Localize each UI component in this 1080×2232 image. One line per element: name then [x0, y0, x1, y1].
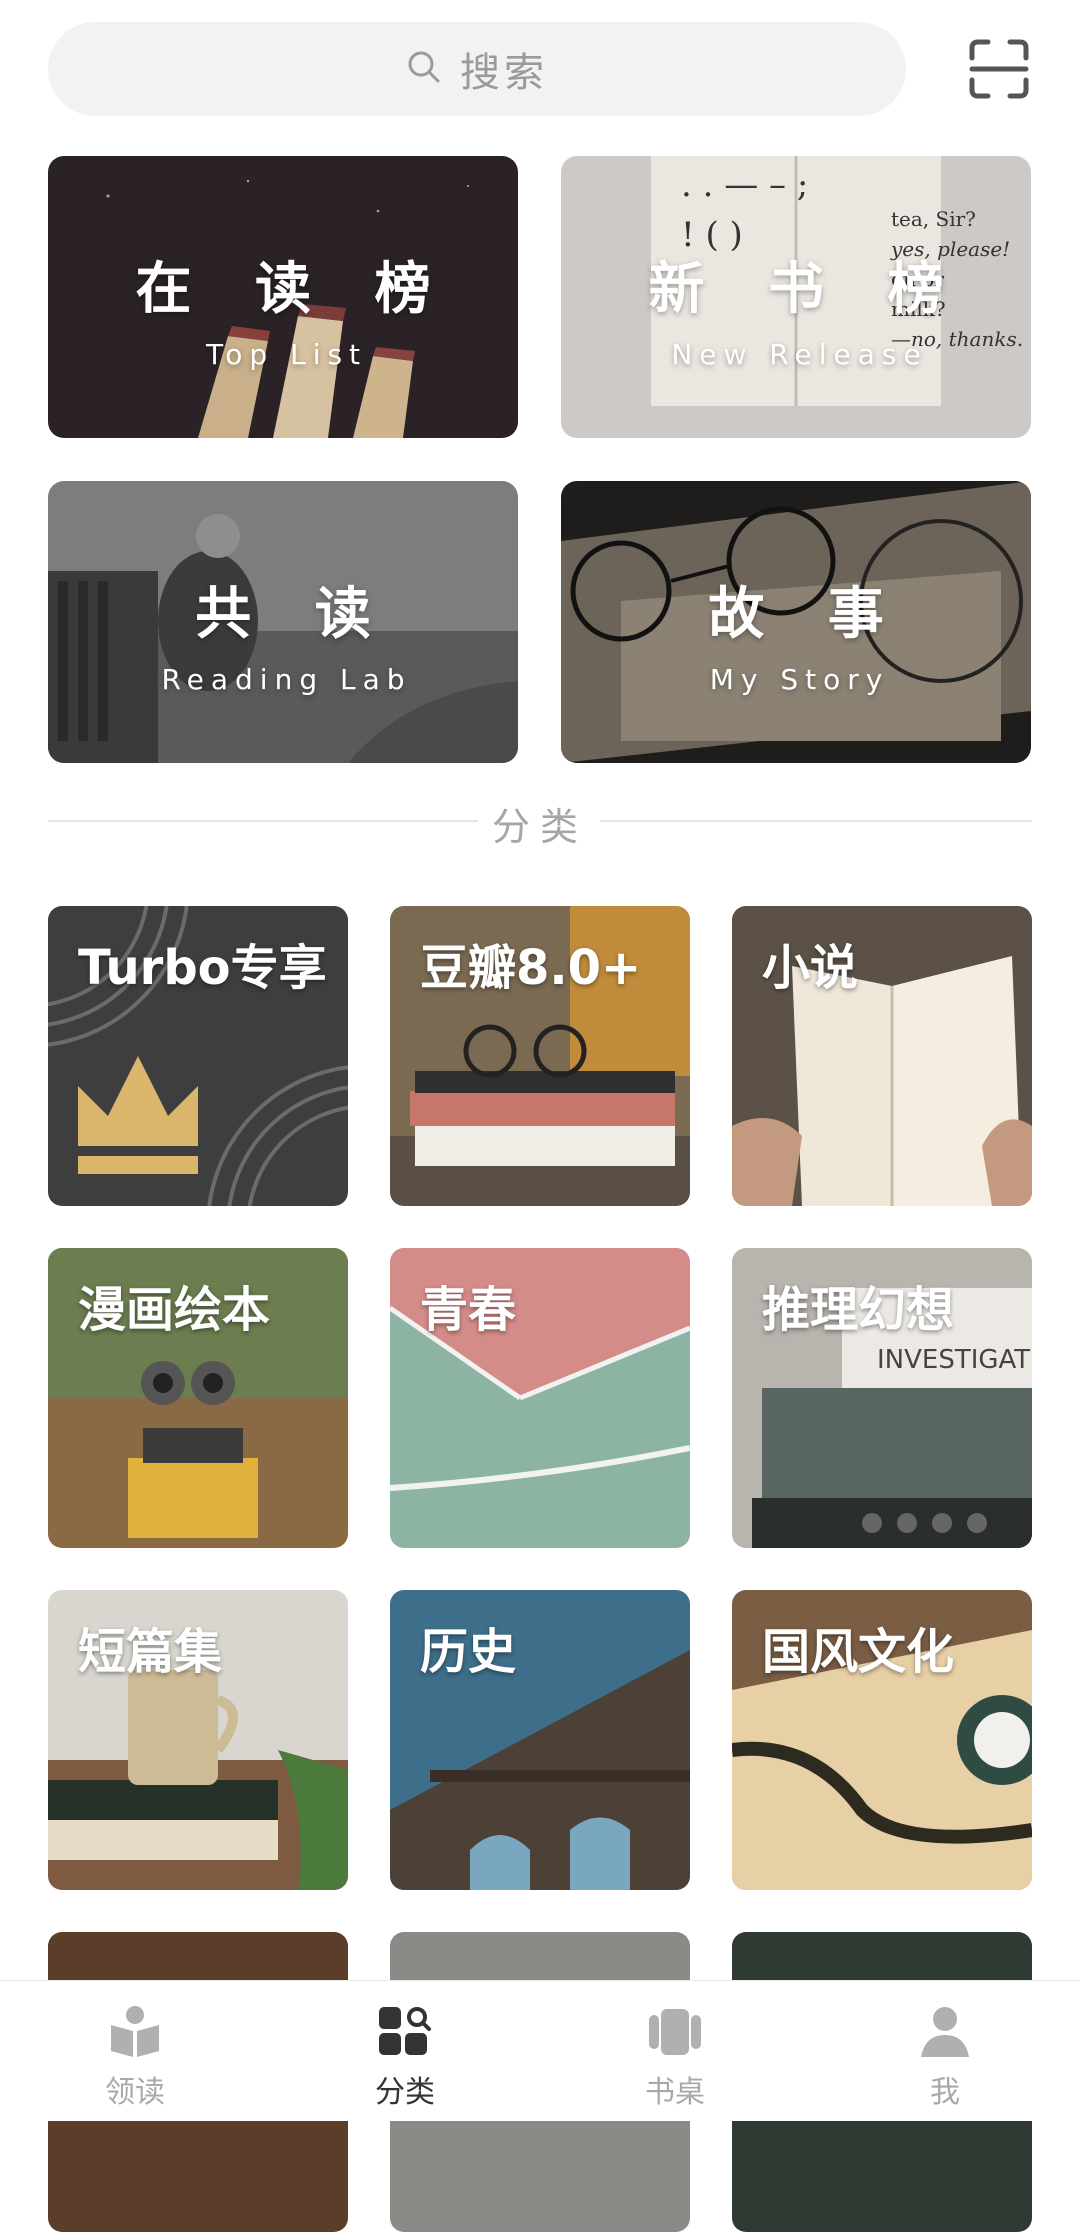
- svg-text:tea, Sir?: tea, Sir?: [891, 207, 976, 231]
- nav-label: 我: [930, 2075, 960, 2110]
- nav-label: 领读: [105, 2075, 165, 2110]
- category-label: 青春: [420, 1282, 517, 1338]
- category-tile-mystery[interactable]: INVESTIGATIO 推理幻想: [732, 1248, 1032, 1548]
- banner-title: 共 读: [195, 582, 393, 647]
- search-bar[interactable]: 搜索: [48, 22, 906, 116]
- category-tile-turbo[interactable]: Turbo专享: [48, 906, 348, 1206]
- category-label: 国风文化: [762, 1624, 955, 1680]
- banner-title: 新 书 榜: [648, 257, 966, 322]
- category-label: 小说: [762, 940, 859, 996]
- category-label: 豆瓣8.0+: [420, 940, 642, 996]
- nav-item-me[interactable]: 我: [865, 2003, 1025, 2111]
- nav-item-desk[interactable]: 书桌: [595, 2003, 755, 2111]
- book-open-icon: [111, 2006, 159, 2057]
- category-label: 漫画绘本: [78, 1282, 271, 1338]
- profile-icon: [921, 2007, 969, 2057]
- banner-top-list[interactable]: 在 读 榜 Top List: [48, 156, 518, 438]
- category-tile-comics[interactable]: 漫画绘本: [48, 1248, 348, 1548]
- bottom-nav: 领读 分类 书桌 我: [0, 1980, 1080, 2121]
- nav-label: 分类: [375, 2075, 435, 2110]
- divider-right: [600, 820, 1032, 822]
- scan-icon[interactable]: [968, 38, 1030, 100]
- banner-title: 在 读 榜: [135, 257, 453, 322]
- banner-subtitle: My Story: [709, 663, 890, 696]
- banner-subtitle: New Release: [671, 338, 928, 371]
- category-tile-chinese-culture[interactable]: 国风文化: [732, 1590, 1032, 1890]
- banner-reading-lab[interactable]: 共 读 Reading Lab: [48, 481, 518, 763]
- category-tile-youth[interactable]: 青春: [390, 1248, 690, 1548]
- nav-item-category[interactable]: 分类: [325, 2003, 485, 2111]
- divider-left: [48, 820, 478, 822]
- category-grid-icon: [379, 2007, 431, 2055]
- banner-title: 故 事: [708, 582, 906, 647]
- search-placeholder: 搜索: [460, 50, 548, 96]
- category-label: 短篇集: [78, 1624, 223, 1680]
- banner-subtitle: Top List: [205, 338, 368, 371]
- category-label: 推理幻想: [762, 1282, 955, 1338]
- category-label: Turbo专享: [78, 940, 327, 996]
- category-tile-novel[interactable]: 小说: [732, 906, 1032, 1206]
- nav-label: 书桌: [645, 2075, 705, 2110]
- desk-icon: [649, 2009, 701, 2055]
- category-tile-short-stories[interactable]: 短篇集: [48, 1590, 348, 1890]
- category-label: 历史: [420, 1624, 517, 1680]
- nav-item-lingdu[interactable]: 领读: [55, 2003, 215, 2111]
- banner-my-story[interactable]: 故 事 My Story: [561, 481, 1031, 763]
- svg-text:INVESTIGATIO: INVESTIGATIO: [877, 1345, 1032, 1375]
- category-tile-history[interactable]: 历史: [390, 1590, 690, 1890]
- banner-new-release[interactable]: . . — – ; ! ( ) tea, Sir? yes, please! o…: [561, 156, 1031, 438]
- section-title-category: 分类: [491, 805, 588, 849]
- search-icon: [406, 49, 442, 89]
- svg-text:. . — – ;: . . — – ;: [681, 165, 808, 205]
- banner-subtitle: Reading Lab: [161, 663, 412, 696]
- category-tile-douban[interactable]: 豆瓣8.0+: [390, 906, 690, 1206]
